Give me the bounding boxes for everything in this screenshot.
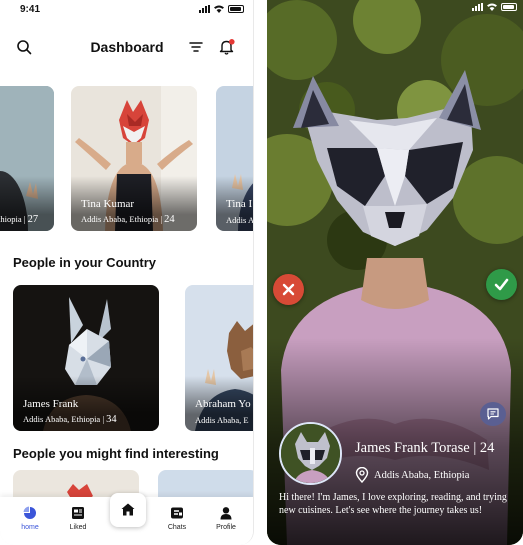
nav-chats-label: Chats: [167, 524, 187, 531]
nav-liked-label: Liked: [69, 524, 87, 531]
nav-liked[interactable]: Liked: [58, 506, 98, 531]
home-icon: [121, 503, 135, 516]
nav-home[interactable]: home: [10, 506, 50, 531]
signal-icon: [472, 3, 483, 11]
message-button[interactable]: [480, 402, 506, 426]
nav-profile[interactable]: Profile: [206, 506, 246, 531]
status-bar: 9:41: [0, 0, 253, 20]
wifi-icon: [487, 3, 497, 11]
battery-icon: [501, 3, 517, 11]
status-icons: [199, 5, 244, 13]
filter-icon[interactable]: [188, 40, 204, 54]
card-name: James Frank: [23, 398, 79, 410]
profile-card[interactable]: Abraham Yo Addis Ababa, E: [185, 285, 253, 431]
signal-icon: [199, 5, 210, 13]
card-location: Addis Ababa, Ethiopia | 24: [81, 214, 175, 225]
message-icon: [487, 408, 499, 420]
card-location: Addis Ababa, Ethiopia | 34: [23, 414, 117, 425]
news-icon: [72, 507, 84, 519]
nav-home-label: home: [21, 524, 39, 531]
profile-card[interactable]: James Frank Addis Ababa, Ethiopia | 34: [13, 285, 159, 431]
card-name: Abraham Yo: [195, 398, 251, 410]
section-title-interesting: People you might find interesting: [13, 446, 219, 461]
user-icon: [220, 507, 232, 520]
location-pin-icon: [355, 467, 369, 483]
chat-icon: [171, 507, 183, 519]
status-icons: [472, 3, 517, 11]
card-location: Addis A: [226, 215, 254, 225]
home-fab-button[interactable]: [110, 493, 146, 527]
card-name: Tina Kumar: [81, 198, 135, 210]
card-location: Addis Ababa, E: [195, 415, 249, 425]
profile-location: Addis Ababa, Ethiopia: [374, 470, 470, 481]
section-title-country: People in your Country: [13, 255, 157, 270]
pie-chart-icon: [23, 506, 36, 519]
profile-screen: James Frank Torase | 24 Addis Ababa, Eth…: [267, 0, 523, 545]
profile-card[interactable]: Tina Kumar Addis Ababa, Ethiopia | 24: [71, 86, 197, 231]
profile-name: James Frank Torase | 24: [355, 440, 495, 456]
profile-card[interactable]: Tina I Addis A: [216, 86, 254, 231]
close-icon: [282, 283, 295, 296]
dashboard-screen: 9:41 Dashboard thiopia | 27 Tina Kumar A…: [0, 0, 254, 545]
status-time: 9:41: [20, 4, 41, 15]
reject-button[interactable]: [273, 274, 304, 305]
profile-bio: Hi there! I'm James, I love exploring, r…: [279, 492, 507, 516]
top-bar: Dashboard: [0, 30, 253, 64]
avatar[interactable]: [279, 422, 342, 485]
accept-button[interactable]: [486, 269, 517, 300]
nav-chats[interactable]: Chats: [157, 506, 197, 531]
card-name: Tina I: [226, 198, 253, 210]
bottom-nav: home Liked Chats Profile: [0, 493, 253, 545]
page-title: Dashboard: [90, 39, 164, 55]
profile-card[interactable]: thiopia | 27: [0, 86, 54, 231]
battery-icon: [228, 5, 244, 13]
card-location: thiopia | 27: [0, 214, 39, 225]
wifi-icon: [214, 5, 224, 13]
app-stage: 9:41 Dashboard thiopia | 27 Tina Kumar A…: [0, 0, 523, 545]
notification-bell-icon[interactable]: [218, 38, 236, 56]
nav-profile-label: Profile: [216, 524, 236, 531]
check-icon: [494, 278, 509, 291]
